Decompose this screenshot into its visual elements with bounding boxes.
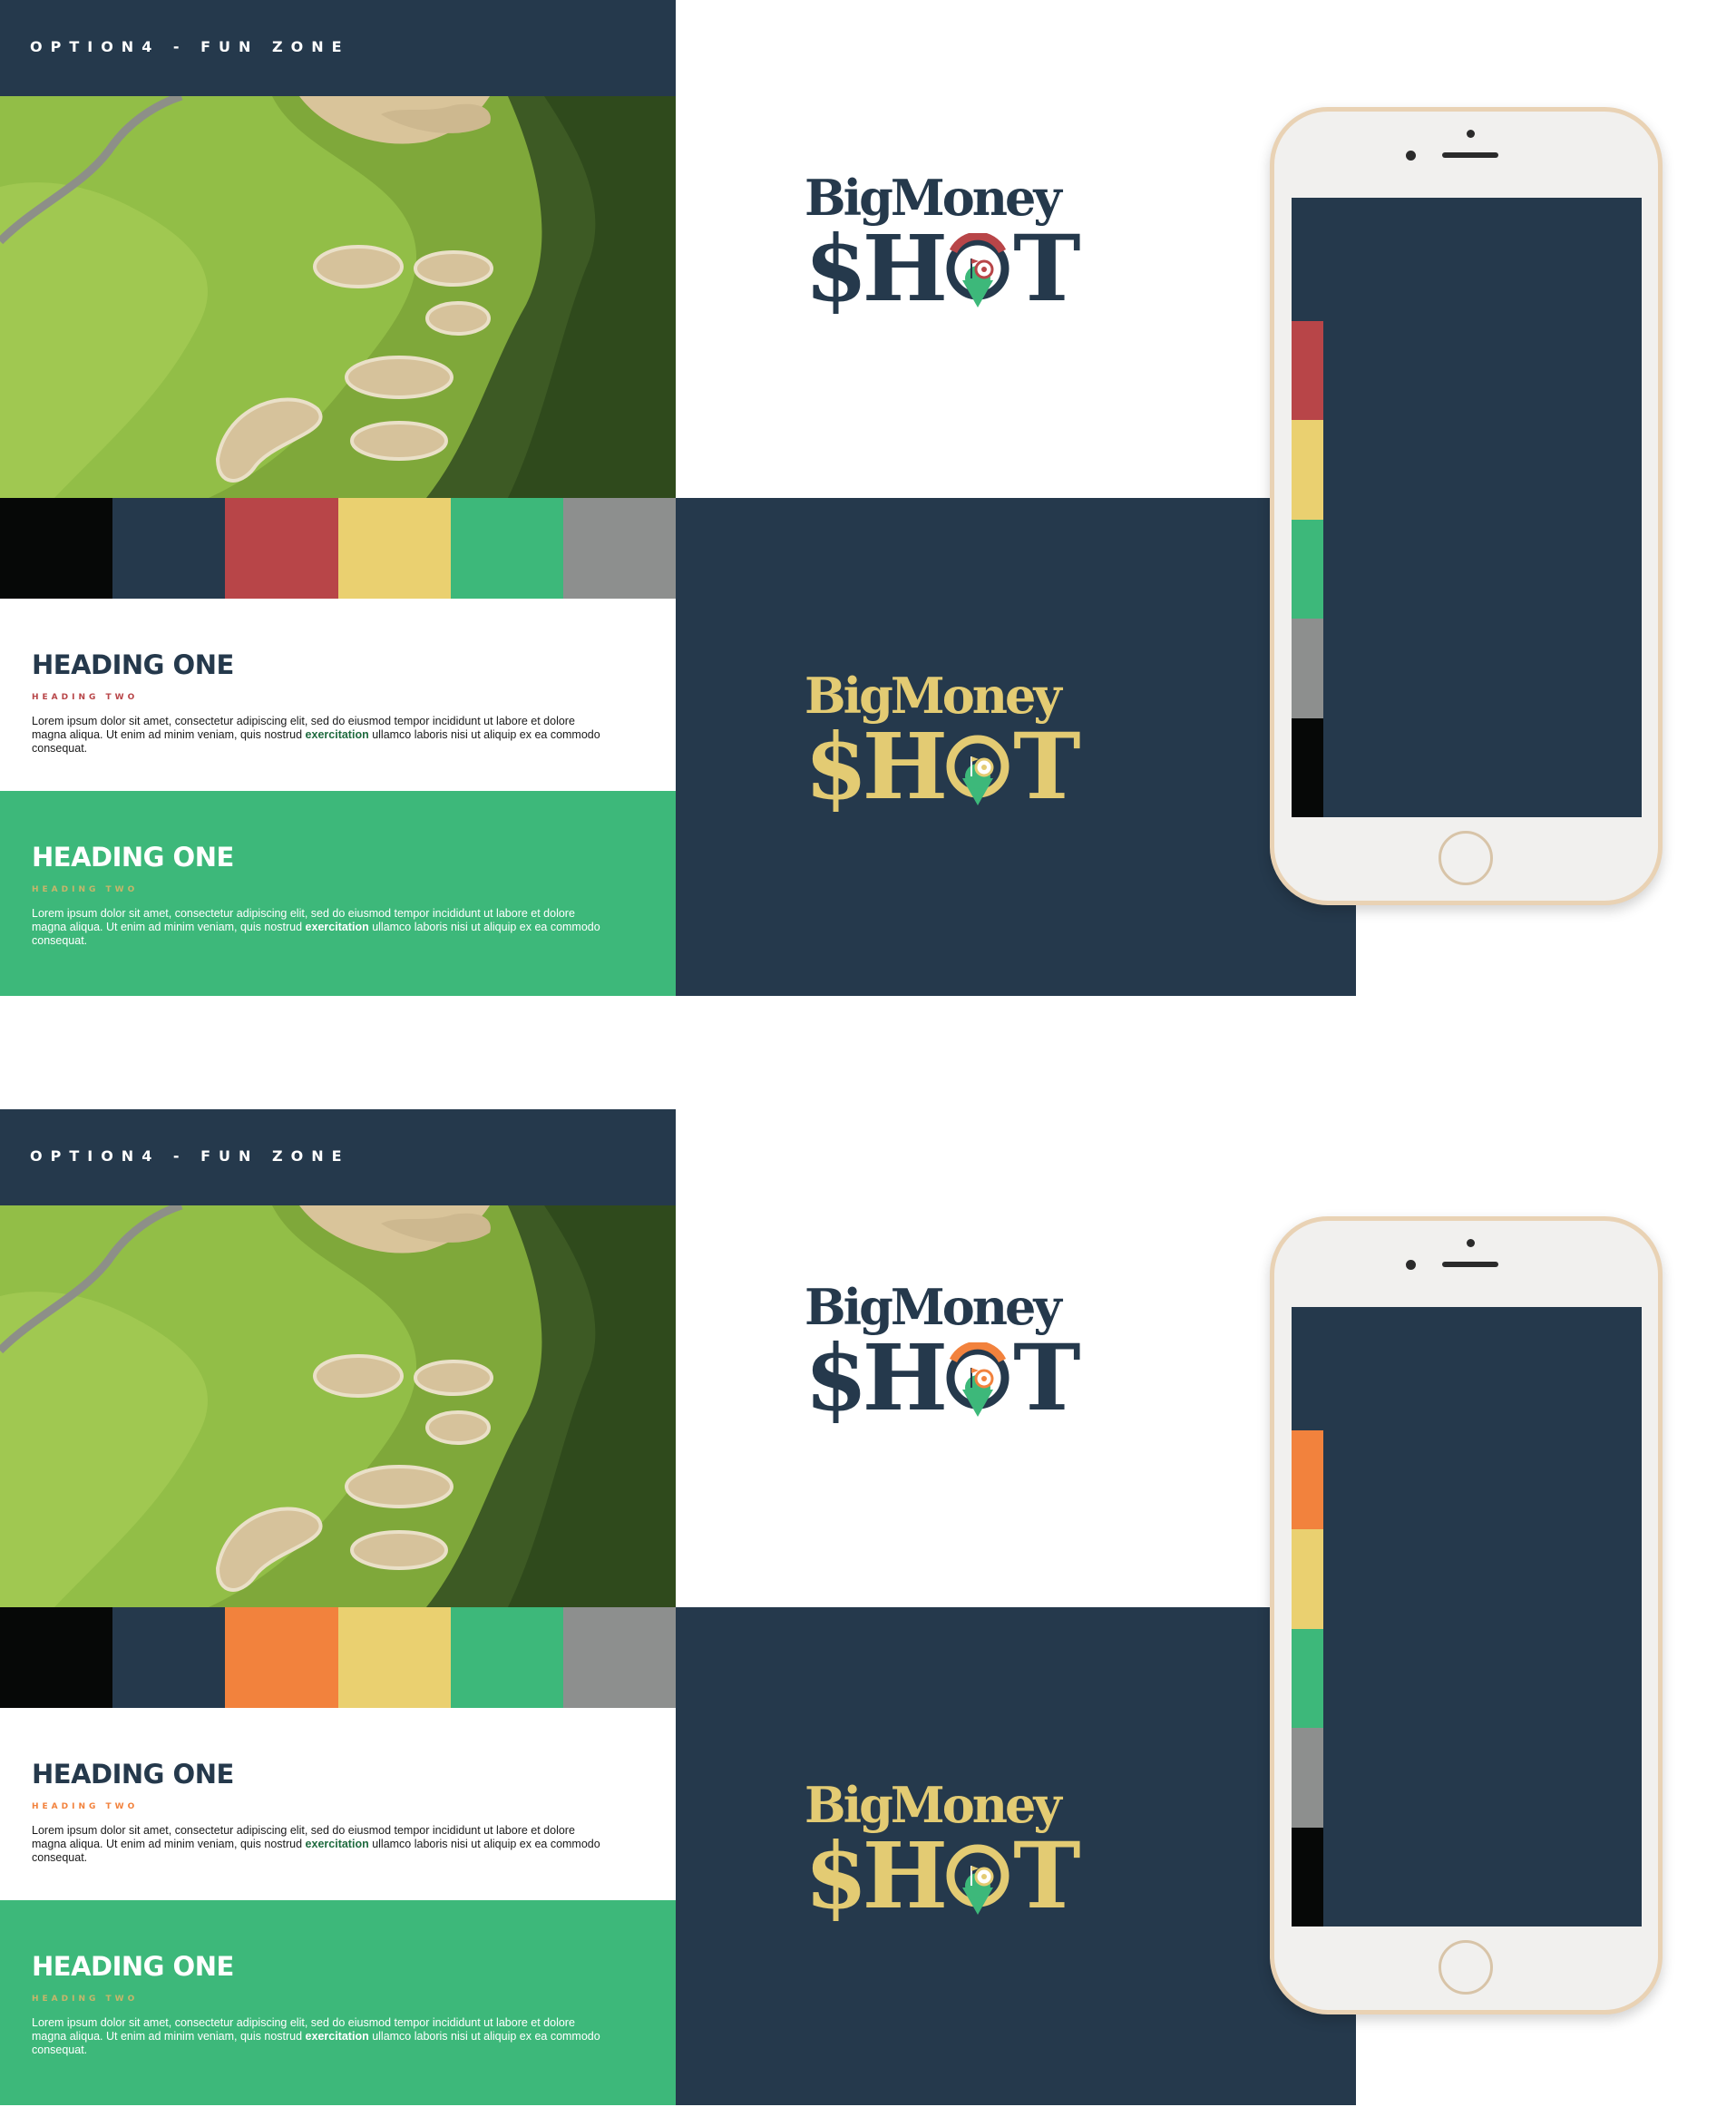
phone-camera <box>1406 1260 1416 1270</box>
logo-line-2: $H T <box>805 721 1185 812</box>
heading-one: HEADING ONE <box>32 842 234 873</box>
logo-on-navy: BigMoney $H T <box>676 498 1356 996</box>
phone-speaker <box>1442 1262 1498 1267</box>
color-palette <box>0 1607 677 1708</box>
body-text: Lorem ipsum dolor sit amet, consectetur … <box>32 907 612 948</box>
logo-shot-end: T <box>1013 713 1080 820</box>
golf-course-illustration <box>0 1205 676 1607</box>
strip-swatch-5 <box>1292 717 1323 818</box>
body-emphasis: exercitation <box>305 2030 369 2043</box>
target-pin-icon <box>942 1342 1013 1417</box>
typography-sample-green: HEADING ONE HEADING TWO Lorem ipsum dolo… <box>0 1900 676 2105</box>
phone-mockup <box>1270 107 1663 905</box>
golf-course-illustration <box>0 96 676 498</box>
bigmoney-shot-logo: BigMoney $H T <box>805 172 1185 314</box>
phone-sensor <box>1467 130 1475 138</box>
strip-swatch-4 <box>1292 1728 1323 1828</box>
logo-shot-end: T <box>1013 1822 1080 1929</box>
swatch-4 <box>337 498 451 599</box>
strip-swatch-2 <box>1292 420 1323 520</box>
phone-speaker <box>1442 152 1498 158</box>
target-pin-icon <box>942 731 1013 805</box>
body-text: Lorem ipsum dolor sit amet, consectetur … <box>32 2016 612 2057</box>
swatch-3 <box>225 1607 338 1708</box>
phone-color-strip <box>1292 321 1323 818</box>
logo-shot-end: T <box>1013 1324 1080 1431</box>
strip-swatch-1 <box>1292 1430 1323 1530</box>
logo-shot-start: $H <box>805 215 948 322</box>
body-emphasis: exercitation <box>305 921 369 933</box>
target-pin-icon <box>942 1840 1013 1915</box>
logo-shot-start: $H <box>805 1324 948 1431</box>
logo-on-white: BigMoney $H T <box>676 1109 1270 1607</box>
heading-two: HEADING TWO <box>32 1802 139 1811</box>
bigmoney-shot-logo-gold: BigMoney $H T <box>805 670 1185 812</box>
swatch-3 <box>225 498 338 599</box>
typography-sample-green: HEADING ONE HEADING TWO Lorem ipsum dolo… <box>0 791 676 996</box>
heading-two: HEADING TWO <box>32 693 139 702</box>
brand-board-2: OPTION4 - FUN ZONE HEADING ONE HEADING T… <box>0 1109 1736 2107</box>
swatch-1 <box>0 1607 113 1708</box>
phone-sensor <box>1467 1239 1475 1247</box>
typography-sample-light: HEADING ONE HEADING TWO Lorem ipsum dolo… <box>0 599 676 791</box>
swatch-6 <box>562 1607 677 1708</box>
target-pin-icon <box>942 233 1013 307</box>
golf-course-photo <box>0 1205 676 1607</box>
logo-shot-start: $H <box>805 1822 948 1929</box>
heading-two: HEADING TWO <box>32 885 139 894</box>
body-emphasis: exercitation <box>305 728 369 741</box>
body-text: Lorem ipsum dolor sit amet, consectetur … <box>32 715 612 756</box>
heading-two: HEADING TWO <box>32 1995 139 2004</box>
swatch-2 <box>112 498 226 599</box>
swatch-5 <box>450 1607 563 1708</box>
swatch-5 <box>450 498 563 599</box>
logo-line-2: $H T <box>805 1332 1185 1423</box>
phone-color-strip <box>1292 1430 1323 1927</box>
swatch-2 <box>112 1607 226 1708</box>
option-label: OPTION4 - FUN ZONE <box>30 38 350 55</box>
option-header: OPTION4 - FUN ZONE <box>0 1109 676 1205</box>
swatch-1 <box>0 498 113 599</box>
phone-camera <box>1406 151 1416 161</box>
golf-course-photo <box>0 96 676 498</box>
option-header: OPTION4 - FUN ZONE <box>0 0 676 96</box>
logo-on-navy: BigMoney $H T <box>676 1607 1356 2105</box>
strip-swatch-2 <box>1292 1529 1323 1629</box>
swatch-4 <box>337 1607 451 1708</box>
phone-home-button <box>1439 1940 1493 1995</box>
option-label: OPTION4 - FUN ZONE <box>30 1147 350 1165</box>
body-emphasis: exercitation <box>305 1838 369 1850</box>
logo-line-2: $H T <box>805 1830 1185 1921</box>
logo-shot-end: T <box>1013 215 1080 322</box>
strip-swatch-5 <box>1292 1827 1323 1927</box>
logo-shot-start: $H <box>805 713 948 820</box>
phone-home-button <box>1439 831 1493 885</box>
heading-one: HEADING ONE <box>32 649 234 680</box>
phone-screen <box>1292 1307 1642 1927</box>
brand-board-1: OPTION4 - FUN ZONE HEADING ONE HEADING T… <box>0 0 1736 998</box>
color-palette <box>0 498 677 599</box>
strip-swatch-3 <box>1292 519 1323 619</box>
swatch-6 <box>562 498 677 599</box>
phone-mockup <box>1270 1216 1663 2014</box>
strip-swatch-1 <box>1292 321 1323 421</box>
phone-screen <box>1292 198 1642 818</box>
heading-one: HEADING ONE <box>32 1759 234 1790</box>
typography-sample-light: HEADING ONE HEADING TWO Lorem ipsum dolo… <box>0 1708 676 1900</box>
heading-one: HEADING ONE <box>32 1951 234 1982</box>
logo-line-2: $H T <box>805 223 1185 314</box>
body-text: Lorem ipsum dolor sit amet, consectetur … <box>32 1824 612 1865</box>
strip-swatch-4 <box>1292 619 1323 718</box>
bigmoney-shot-logo: BigMoney $H T <box>805 1282 1185 1423</box>
logo-on-white: BigMoney $H T <box>676 0 1270 498</box>
bigmoney-shot-logo-gold: BigMoney $H T <box>805 1780 1185 1921</box>
strip-swatch-3 <box>1292 1628 1323 1729</box>
